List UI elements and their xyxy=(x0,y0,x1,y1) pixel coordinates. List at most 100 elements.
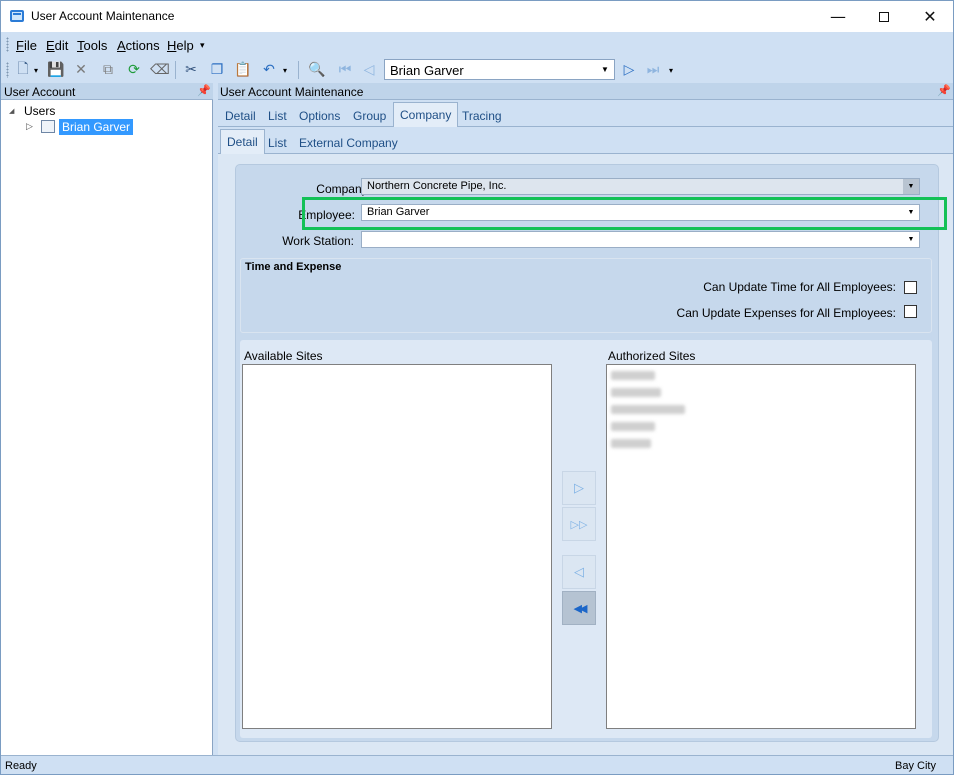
undo-icon[interactable]: ↶ xyxy=(259,60,279,80)
title-bar: User Account Maintenance — ✕ xyxy=(1,1,953,32)
menu-file[interactable]: File xyxy=(16,38,37,53)
workstation-label: Work Station: xyxy=(282,234,354,248)
next-record-icon[interactable]: ▷ xyxy=(619,60,639,80)
maximize-icon xyxy=(879,11,889,22)
refresh-icon[interactable]: ⟳ xyxy=(124,60,144,80)
clear-icon[interactable]: ⌫ xyxy=(150,60,170,80)
tab-detail[interactable]: Detail xyxy=(225,109,256,123)
left-panel-header: User Account 📌 xyxy=(1,83,213,100)
move-all-left-button[interactable]: ◀◀ xyxy=(562,591,596,625)
available-sites-label: Available Sites xyxy=(244,349,323,363)
menu-bar: File Edit Tools Actions Help ▾ xyxy=(1,32,953,57)
menu-actions-accel: A xyxy=(117,38,126,53)
undo-dropdown-icon[interactable]: ▾ xyxy=(279,60,291,80)
status-site: Bay City xyxy=(895,760,936,772)
app-window: User Account Maintenance — ✕ File Edit T… xyxy=(0,0,954,775)
new-dropdown-icon[interactable]: ▾ xyxy=(30,60,42,80)
menu-file-accel: F xyxy=(16,38,24,53)
record-navigator-combo[interactable]: Brian Garver ▼ xyxy=(384,59,615,80)
menu-actions[interactable]: Actions xyxy=(117,38,160,53)
list-item[interactable] xyxy=(611,388,661,397)
chevron-down-icon[interactable]: ▼ xyxy=(598,62,612,77)
menu-actions-rest: ctions xyxy=(125,38,160,53)
close-button[interactable]: ✕ xyxy=(907,1,953,32)
pin-icon[interactable]: 📌 xyxy=(937,84,951,97)
last-record-icon[interactable]: ⏭ xyxy=(643,60,663,80)
app-icon xyxy=(10,10,24,22)
update-expenses-checkbox[interactable] xyxy=(904,305,917,318)
primary-tabs: Detail List Options Group Company Tracin… xyxy=(218,100,953,128)
delete-icon[interactable]: ✕ xyxy=(71,60,91,80)
company-combo[interactable]: Northern Concrete Pipe, Inc. ▼ xyxy=(361,178,920,195)
menu-help-accel: H xyxy=(167,38,177,53)
tree-item-brian-garver[interactable]: Brian Garver xyxy=(59,119,134,135)
menu-overflow-icon[interactable]: ▾ xyxy=(200,40,205,51)
list-item[interactable] xyxy=(611,405,685,414)
chevron-down-icon[interactable]: ▼ xyxy=(903,179,919,194)
tree-expand-icon[interactable]: ▷ xyxy=(26,122,33,132)
move-right-button[interactable]: ▷ xyxy=(562,471,596,505)
time-expense-group xyxy=(240,258,932,333)
chevron-down-icon[interactable]: ▼ xyxy=(903,232,919,247)
record-navigator-value: Brian Garver xyxy=(390,63,464,78)
update-time-checkbox[interactable] xyxy=(904,281,917,294)
subtab-detail[interactable]: Detail xyxy=(220,129,265,155)
maximize-button[interactable] xyxy=(861,1,907,32)
workstation-combo[interactable]: ▼ xyxy=(361,231,920,248)
minimize-button[interactable]: — xyxy=(815,1,861,32)
company-detail-content: Company: Northern Concrete Pipe, Inc. ▼ … xyxy=(218,154,953,755)
tab-tracing[interactable]: Tracing xyxy=(462,109,502,123)
toolbar-overflow-icon[interactable]: ▾ xyxy=(665,60,677,80)
toolbar: 🗋 ▾ 💾 ✕ ⧉ ⟳ ⌫ ✂ ❐ 📋 ↶ ▾ 🔍 ⏮ ◁ Brian Garv… xyxy=(1,57,953,83)
save-icon[interactable]: 💾 xyxy=(46,60,66,80)
employee-highlight-box xyxy=(302,197,947,230)
list-item[interactable] xyxy=(611,371,655,380)
tab-options[interactable]: Options xyxy=(299,109,340,123)
menu-help[interactable]: Help xyxy=(167,38,194,53)
authorized-sites-list[interactable] xyxy=(606,364,916,729)
cut-icon[interactable]: ✂ xyxy=(181,60,201,80)
subtab-external-company[interactable]: External Company xyxy=(299,136,398,150)
available-sites-list[interactable] xyxy=(242,364,552,729)
find-icon[interactable]: 🔍 xyxy=(307,60,327,80)
sites-pane: Available Sites Authorized Sites ▷ ▷▷ ◁ … xyxy=(240,340,932,738)
menu-edit-rest: dit xyxy=(54,38,69,53)
tree-root-users[interactable]: Users xyxy=(24,104,55,118)
menu-tools[interactable]: Tools xyxy=(77,38,107,53)
pin-icon[interactable]: 📌 xyxy=(197,84,211,97)
move-all-right-button[interactable]: ▷▷ xyxy=(562,507,596,541)
toolbar-separator xyxy=(298,61,299,79)
tab-company[interactable]: Company xyxy=(393,102,459,128)
copy-icon[interactable]: ❐ xyxy=(207,60,227,80)
subtab-list[interactable]: List xyxy=(268,136,287,150)
tree-collapse-icon[interactable]: ◢ xyxy=(9,107,14,115)
previous-record-icon[interactable]: ◁ xyxy=(359,60,379,80)
copy-record-icon[interactable]: ⧉ xyxy=(98,60,118,80)
company-value: Northern Concrete Pipe, Inc. xyxy=(367,180,507,192)
company-label: Company: xyxy=(316,182,371,196)
user-record-icon xyxy=(41,120,55,133)
right-panel-title: User Account Maintenance xyxy=(220,85,364,99)
right-panel-header: User Account Maintenance 📌 xyxy=(218,83,953,100)
list-item[interactable] xyxy=(611,422,655,431)
tab-group[interactable]: Group xyxy=(353,109,386,123)
menu-edit-accel: E xyxy=(46,38,55,53)
status-bar: Ready Bay City xyxy=(1,755,953,774)
toolbar-separator xyxy=(175,61,176,79)
first-record-icon[interactable]: ⏮ xyxy=(335,60,355,80)
menu-tools-rest: ools xyxy=(83,38,108,53)
company-form: Company: Northern Concrete Pipe, Inc. ▼ … xyxy=(235,164,947,742)
update-time-label: Can Update Time for All Employees: xyxy=(703,280,896,294)
tab-list[interactable]: List xyxy=(268,109,287,123)
time-expense-title: Time and Expense xyxy=(245,261,342,273)
menu-edit[interactable]: Edit xyxy=(46,38,68,53)
paste-icon[interactable]: 📋 xyxy=(233,60,253,80)
user-tree: ◢ Users ▷ Brian Garver xyxy=(1,100,213,755)
secondary-tabs: Detail List External Company xyxy=(218,127,953,155)
window-title: User Account Maintenance xyxy=(31,9,175,23)
menubar-grip xyxy=(6,37,9,52)
status-text: Ready xyxy=(5,760,37,772)
move-left-button[interactable]: ◁ xyxy=(562,555,596,589)
update-expenses-label: Can Update Expenses for All Employees: xyxy=(676,306,896,320)
list-item[interactable] xyxy=(611,439,651,448)
